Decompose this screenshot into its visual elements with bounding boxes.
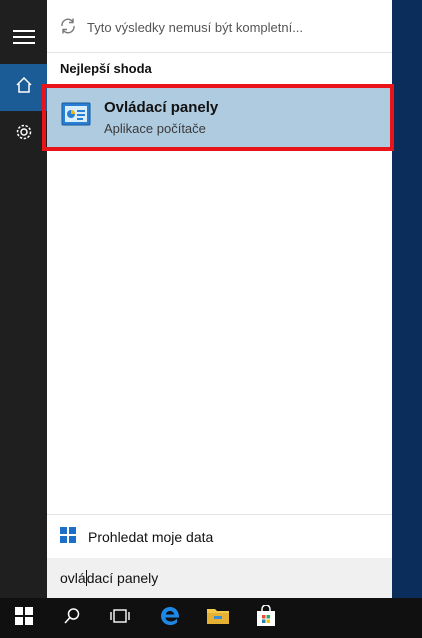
windows-logo-icon (60, 526, 76, 548)
search-results-panel: Tyto výsledky nemusí být kompletní... Ne… (47, 0, 392, 598)
start-button[interactable] (0, 598, 48, 638)
search-my-data-button[interactable]: Prohledat moje data (47, 516, 392, 558)
incomplete-results-text: Tyto výsledky nemusí být kompletní... (87, 19, 304, 35)
search-query-before-caret: ovlá (60, 570, 86, 586)
windows-start-icon (15, 606, 33, 630)
file-explorer-icon (206, 606, 230, 631)
search-query-after-caret: dací panely (86, 570, 159, 586)
start-left-rail (0, 0, 47, 598)
search-my-data-label: Prohledat moje data (88, 529, 214, 545)
desktop-background (392, 0, 422, 598)
edge-browser-button[interactable] (146, 598, 194, 638)
search-input[interactable]: ovlá dací panely (47, 558, 392, 598)
refresh-icon (59, 17, 77, 38)
home-icon (15, 76, 33, 99)
hamburger-menu-button[interactable] (0, 16, 47, 63)
result-subtitle: Aplikace počítače (104, 121, 206, 136)
store-button[interactable] (242, 598, 290, 638)
incomplete-results-notice: Tyto výsledky nemusí být kompletní... (47, 12, 392, 42)
divider (47, 514, 392, 515)
gear-icon (15, 123, 33, 146)
file-explorer-button[interactable] (194, 598, 242, 638)
best-match-heading: Nejlepší shoda (60, 61, 152, 76)
divider (47, 52, 392, 53)
home-button[interactable] (0, 64, 47, 111)
hamburger-menu-icon (12, 29, 35, 50)
task-view-button[interactable] (96, 598, 144, 638)
task-view-icon (109, 608, 131, 629)
store-icon (256, 603, 276, 632)
best-match-result[interactable]: Ovládací panely Aplikace počítače (47, 84, 392, 148)
control-panel-icon (61, 102, 91, 128)
settings-button[interactable] (0, 111, 47, 158)
search-icon (63, 607, 81, 630)
taskbar (0, 598, 422, 638)
result-title: Ovládací panely (104, 99, 219, 116)
taskbar-search-button[interactable] (48, 598, 96, 638)
edge-browser-icon (159, 605, 181, 632)
